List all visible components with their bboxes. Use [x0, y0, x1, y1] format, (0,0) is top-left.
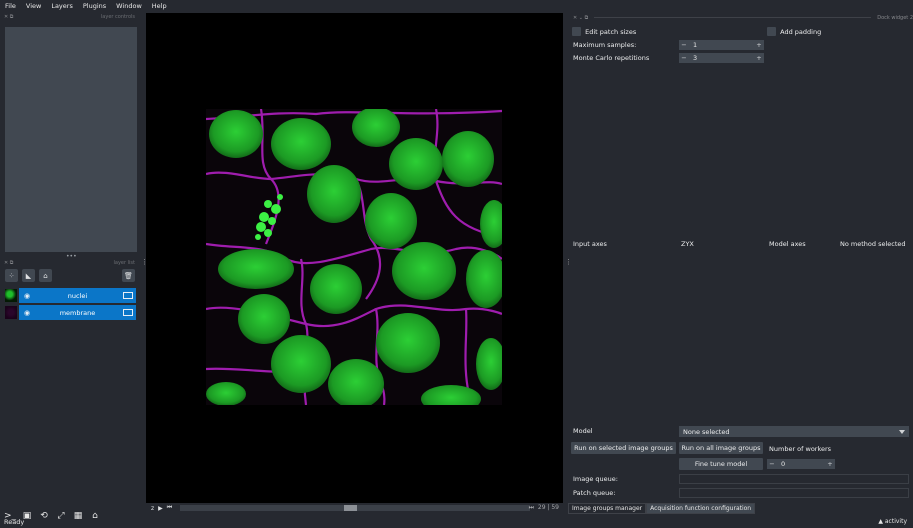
- patch-queue-progress: [679, 488, 909, 498]
- max-samples-label: Maximum samples:: [573, 41, 637, 49]
- left-panel: ✕ ⧉ layer controls ••• ✕ ⧉ layer list ⁘ …: [0, 12, 141, 521]
- model-select[interactable]: None selected: [679, 426, 909, 437]
- play-icon[interactable]: ▶: [158, 505, 163, 512]
- frame-counter: ⏭ 29 | 59: [528, 504, 559, 511]
- dock-widget: ✕ ⌄ ⧉ Dock widget 2 Edit patch sizes Add…: [569, 12, 913, 502]
- checkbox-label: Add padding: [780, 27, 822, 36]
- spinbox-value: 0: [781, 460, 786, 468]
- menu-file[interactable]: File: [0, 2, 21, 10]
- microscopy-image: [206, 109, 502, 405]
- float-icon[interactable]: ⧉: [585, 15, 589, 21]
- layer-row-nuclei[interactable]: ◉ nuclei: [5, 288, 136, 303]
- float-icon[interactable]: ⧉: [10, 260, 14, 266]
- hide-icon[interactable]: ⌄: [579, 15, 583, 21]
- dock-titlebar: ✕ ⌄ ⧉ Dock widget 2: [569, 12, 913, 23]
- layer-thumbnail: [5, 306, 17, 319]
- dock-title: Dock widget 2: [877, 14, 913, 21]
- menu-plugins[interactable]: Plugins: [78, 2, 111, 10]
- model-select-value: None selected: [683, 427, 730, 436]
- new-shapes-layer-icon[interactable]: ◣: [22, 269, 35, 282]
- spinbox-value: 3: [693, 54, 698, 62]
- step-back-icon[interactable]: ⏮: [167, 504, 172, 512]
- new-labels-layer-icon[interactable]: ⌂: [39, 269, 52, 282]
- mc-repetitions-spinbox[interactable]: − 3 +: [679, 53, 764, 63]
- visibility-eye-icon[interactable]: ◉: [22, 292, 32, 300]
- layer-name: membrane: [59, 308, 96, 317]
- input-axes-value: ZYX: [681, 240, 694, 248]
- new-points-layer-icon[interactable]: ⁘: [5, 269, 18, 282]
- float-icon[interactable]: ⧉: [10, 14, 14, 20]
- edit-patch-sizes-checkbox[interactable]: Edit patch sizes: [572, 27, 636, 36]
- menu-bar: File View Layers Plugins Window Help: [0, 0, 913, 12]
- num-workers-label: Number of workers: [769, 445, 832, 453]
- add-padding-checkbox[interactable]: Add padding: [767, 27, 821, 36]
- patch-queue-label: Patch queue:: [573, 489, 616, 497]
- layer-row-membrane[interactable]: ◉ membrane: [5, 305, 136, 320]
- model-axes-label: Model axes: [769, 240, 806, 248]
- input-axes-label: Input axes: [573, 240, 607, 248]
- model-axes-value: No method selected: [840, 240, 906, 248]
- dims-slider-row: z ▶ ⏮ ⏭ 29 | 59: [146, 503, 563, 513]
- layer-thumbnail: [5, 289, 17, 302]
- menu-window[interactable]: Window: [111, 2, 147, 10]
- menu-layers[interactable]: Layers: [46, 2, 78, 10]
- activity-label: activity: [884, 518, 907, 525]
- image-queue-progress: [679, 474, 909, 484]
- image-queue-label: Image queue:: [573, 475, 618, 483]
- run-selected-button[interactable]: Run on selected image groups: [571, 442, 676, 454]
- layer-item[interactable]: ◉ nuclei: [19, 288, 136, 303]
- visibility-eye-icon[interactable]: ◉: [22, 309, 32, 317]
- status-text: Ready: [4, 517, 25, 526]
- layer-item[interactable]: ◉ membrane: [19, 305, 136, 320]
- status-bar: Ready ▲ activity: [0, 515, 913, 528]
- max-samples-spinbox[interactable]: − 1 +: [679, 40, 764, 50]
- image-layer-icon: [123, 292, 133, 299]
- plus-icon[interactable]: +: [754, 54, 764, 62]
- close-icon[interactable]: ✕: [573, 15, 577, 21]
- close-icon[interactable]: ✕: [4, 14, 8, 20]
- layer-list-titlebar: ✕ ⧉ layer list: [0, 258, 141, 268]
- menu-view[interactable]: View: [21, 2, 46, 10]
- layer-controls-titlebar: ✕ ⧉ layer controls: [0, 12, 141, 22]
- checkbox-label: Edit patch sizes: [585, 27, 637, 36]
- activity-button[interactable]: ▲ activity: [878, 518, 907, 525]
- minus-icon[interactable]: −: [767, 460, 777, 468]
- close-icon[interactable]: ✕: [4, 260, 8, 266]
- delete-layer-icon[interactable]: 🗑: [122, 269, 135, 282]
- tab-acquisition-function[interactable]: Acquisition function configuration: [646, 503, 756, 514]
- layer-buttons: ⁘ ◣ ⌂ 🗑: [5, 269, 137, 283]
- checkbox-box[interactable]: [767, 27, 776, 36]
- layer-controls-title: layer controls: [100, 14, 135, 20]
- layer-list-title: layer list: [113, 260, 135, 266]
- image-layer-icon: [123, 309, 133, 316]
- dims-slider-handle[interactable]: [344, 505, 357, 511]
- menu-help[interactable]: Help: [147, 2, 172, 10]
- minus-icon[interactable]: −: [679, 54, 689, 62]
- fine-tune-button[interactable]: Fine tune model: [679, 458, 763, 470]
- plus-icon[interactable]: +: [825, 460, 835, 468]
- spinbox-value: 1: [693, 41, 698, 49]
- cell-image-svg: [206, 109, 502, 405]
- model-label: Model: [573, 427, 593, 435]
- layer-name: nuclei: [67, 291, 88, 300]
- step-forward-icon[interactable]: ⏭: [529, 504, 534, 511]
- plus-icon[interactable]: +: [754, 41, 764, 49]
- chevron-down-icon: [899, 429, 905, 434]
- mc-repetitions-label: Monte Carlo repetitions: [573, 54, 650, 62]
- axis-label: z: [151, 504, 155, 512]
- num-workers-spinbox[interactable]: − 0 +: [767, 459, 835, 469]
- current-frame: 29: [537, 504, 546, 511]
- total-frames: 59: [551, 504, 559, 511]
- checkbox-box[interactable]: [572, 27, 581, 36]
- run-all-button[interactable]: Run on all image groups: [679, 442, 763, 454]
- dock-tabs: Image groups manager Acquisition functio…: [568, 503, 756, 514]
- tab-image-groups-manager[interactable]: Image groups manager: [568, 503, 647, 514]
- panel-handle-icon[interactable]: ⋮: [565, 258, 572, 266]
- layer-controls-area: [5, 27, 137, 252]
- minus-icon[interactable]: −: [679, 41, 689, 49]
